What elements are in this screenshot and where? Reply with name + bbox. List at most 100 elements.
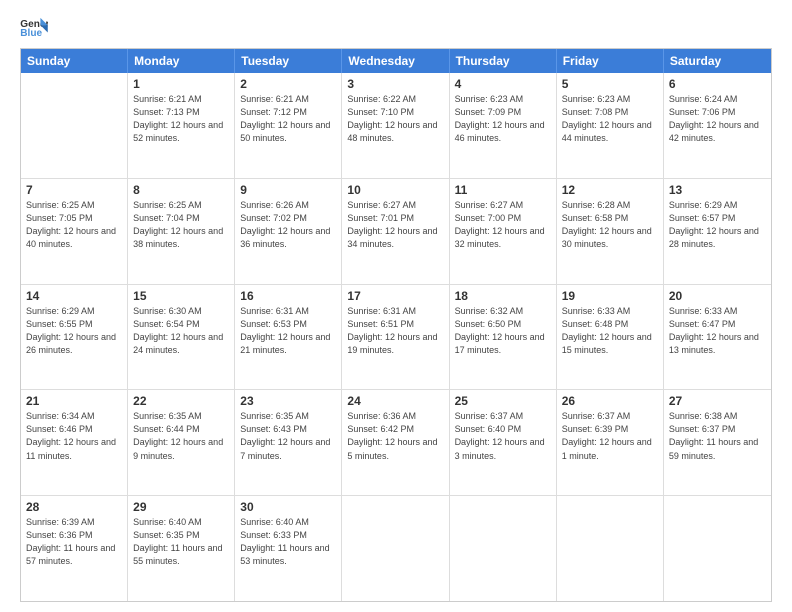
day-number: 13 [669,183,766,197]
calendar-cell-1-1: 8 Sunrise: 6:25 AMSunset: 7:04 PMDaylight… [128,179,235,284]
calendar-cell-1-4: 11 Sunrise: 6:27 AMSunset: 7:00 PMDayligh… [450,179,557,284]
sun-info: Sunrise: 6:24 AMSunset: 7:06 PMDaylight:… [669,93,766,145]
sun-info: Sunrise: 6:25 AMSunset: 7:04 PMDaylight:… [133,199,229,251]
day-number: 24 [347,394,443,408]
day-number: 17 [347,289,443,303]
calendar-cell-3-3: 24 Sunrise: 6:36 AMSunset: 6:42 PMDayligh… [342,390,449,495]
day-number: 23 [240,394,336,408]
day-number: 20 [669,289,766,303]
day-number: 11 [455,183,551,197]
calendar-cell-1-3: 10 Sunrise: 6:27 AMSunset: 7:01 PMDayligh… [342,179,449,284]
day-number: 21 [26,394,122,408]
day-number: 5 [562,77,658,91]
weekday-header-thursday: Thursday [450,49,557,73]
calendar-cell-1-0: 7 Sunrise: 6:25 AMSunset: 7:05 PMDaylight… [21,179,128,284]
day-number: 16 [240,289,336,303]
sun-info: Sunrise: 6:21 AMSunset: 7:13 PMDaylight:… [133,93,229,145]
weekday-header-monday: Monday [128,49,235,73]
day-number: 14 [26,289,122,303]
day-number: 29 [133,500,229,514]
sun-info: Sunrise: 6:25 AMSunset: 7:05 PMDaylight:… [26,199,122,251]
calendar-cell-4-1: 29Sunrise: 6:40 AMSunset: 6:35 PMDayligh… [128,496,235,601]
calendar-cell-2-4: 18 Sunrise: 6:32 AMSunset: 6:50 PMDayligh… [450,285,557,390]
calendar-cell-1-6: 13 Sunrise: 6:29 AMSunset: 6:57 PMDayligh… [664,179,771,284]
day-number: 26 [562,394,658,408]
calendar-cell-3-6: 27Sunrise: 6:38 AMSunset: 6:37 PMDayligh… [664,390,771,495]
sun-info: Sunrise: 6:23 AMSunset: 7:08 PMDaylight:… [562,93,658,145]
sun-info: Sunrise: 6:26 AMSunset: 7:02 PMDaylight:… [240,199,336,251]
day-number: 25 [455,394,551,408]
day-number: 2 [240,77,336,91]
sun-info: Sunrise: 6:29 AMSunset: 6:57 PMDaylight:… [669,199,766,251]
calendar-row-4: 28 Sunrise: 6:39 AMSunset: 6:36 PMDayligh… [21,496,771,601]
calendar-cell-3-0: 21Sunrise: 6:34 AMSunset: 6:46 PMDayligh… [21,390,128,495]
svg-text:Blue: Blue [20,28,42,38]
day-number: 8 [133,183,229,197]
calendar-cell-2-2: 16Sunrise: 6:31 AMSunset: 6:53 PMDayligh… [235,285,342,390]
sun-info: Sunrise: 6:33 AMSunset: 6:48 PMDaylight:… [562,305,658,357]
calendar-cell-4-0: 28 Sunrise: 6:39 AMSunset: 6:36 PMDayligh… [21,496,128,601]
weekday-header-wednesday: Wednesday [342,49,449,73]
day-number: 9 [240,183,336,197]
calendar-header: SundayMondayTuesdayWednesdayThursdayFrid… [21,49,771,73]
calendar-cell-3-1: 22 Sunrise: 6:35 AMSunset: 6:44 PMDayligh… [128,390,235,495]
calendar-row-1: 7 Sunrise: 6:25 AMSunset: 7:05 PMDaylight… [21,179,771,285]
calendar-cell-4-4 [450,496,557,601]
day-number: 27 [669,394,766,408]
sun-info: Sunrise: 6:29 AMSunset: 6:55 PMDaylight:… [26,305,122,357]
sun-info: Sunrise: 6:23 AMSunset: 7:09 PMDaylight:… [455,93,551,145]
day-number: 28 [26,500,122,514]
day-number: 7 [26,183,122,197]
sun-info: Sunrise: 6:22 AMSunset: 7:10 PMDaylight:… [347,93,443,145]
logo-icon: General Blue [20,16,48,38]
day-number: 30 [240,500,336,514]
sun-info: Sunrise: 6:36 AMSunset: 6:42 PMDaylight:… [347,410,443,462]
day-number: 18 [455,289,551,303]
weekday-header-saturday: Saturday [664,49,771,73]
sun-info: Sunrise: 6:37 AMSunset: 6:40 PMDaylight:… [455,410,551,462]
sun-info: Sunrise: 6:28 AMSunset: 6:58 PMDaylight:… [562,199,658,251]
calendar-row-2: 14 Sunrise: 6:29 AMSunset: 6:55 PMDayligh… [21,285,771,391]
calendar: SundayMondayTuesdayWednesdayThursdayFrid… [20,48,772,602]
calendar-cell-0-4: 4Sunrise: 6:23 AMSunset: 7:09 PMDaylight… [450,73,557,178]
sun-info: Sunrise: 6:33 AMSunset: 6:47 PMDaylight:… [669,305,766,357]
weekday-header-friday: Friday [557,49,664,73]
calendar-cell-1-5: 12 Sunrise: 6:28 AMSunset: 6:58 PMDayligh… [557,179,664,284]
sun-info: Sunrise: 6:27 AMSunset: 7:01 PMDaylight:… [347,199,443,251]
day-number: 22 [133,394,229,408]
sun-info: Sunrise: 6:37 AMSunset: 6:39 PMDaylight:… [562,410,658,462]
weekday-header-tuesday: Tuesday [235,49,342,73]
calendar-cell-4-5 [557,496,664,601]
day-number: 3 [347,77,443,91]
sun-info: Sunrise: 6:35 AMSunset: 6:43 PMDaylight:… [240,410,336,462]
page-header: General Blue [20,16,772,38]
calendar-cell-4-3 [342,496,449,601]
day-number: 15 [133,289,229,303]
calendar-cell-3-2: 23 Sunrise: 6:35 AMSunset: 6:43 PMDayligh… [235,390,342,495]
calendar-cell-0-6: 6 Sunrise: 6:24 AMSunset: 7:06 PMDaylight… [664,73,771,178]
calendar-row-3: 21Sunrise: 6:34 AMSunset: 6:46 PMDayligh… [21,390,771,496]
weekday-header-sunday: Sunday [21,49,128,73]
sun-info: Sunrise: 6:35 AMSunset: 6:44 PMDaylight:… [133,410,229,462]
calendar-body: 1 Sunrise: 6:21 AMSunset: 7:13 PMDaylight… [21,73,771,601]
calendar-cell-0-0 [21,73,128,178]
day-number: 19 [562,289,658,303]
day-number: 12 [562,183,658,197]
sun-info: Sunrise: 6:39 AMSunset: 6:36 PMDaylight:… [26,516,122,568]
calendar-cell-2-3: 17 Sunrise: 6:31 AMSunset: 6:51 PMDayligh… [342,285,449,390]
calendar-cell-1-2: 9 Sunrise: 6:26 AMSunset: 7:02 PMDaylight… [235,179,342,284]
day-number: 1 [133,77,229,91]
sun-info: Sunrise: 6:32 AMSunset: 6:50 PMDaylight:… [455,305,551,357]
calendar-cell-3-4: 25 Sunrise: 6:37 AMSunset: 6:40 PMDayligh… [450,390,557,495]
calendar-cell-4-2: 30 Sunrise: 6:40 AMSunset: 6:33 PMDayligh… [235,496,342,601]
calendar-cell-0-1: 1 Sunrise: 6:21 AMSunset: 7:13 PMDaylight… [128,73,235,178]
day-number: 6 [669,77,766,91]
calendar-row-0: 1 Sunrise: 6:21 AMSunset: 7:13 PMDaylight… [21,73,771,179]
day-number: 10 [347,183,443,197]
calendar-cell-0-3: 3 Sunrise: 6:22 AMSunset: 7:10 PMDaylight… [342,73,449,178]
sun-info: Sunrise: 6:27 AMSunset: 7:00 PMDaylight:… [455,199,551,251]
calendar-cell-4-6 [664,496,771,601]
sun-info: Sunrise: 6:31 AMSunset: 6:51 PMDaylight:… [347,305,443,357]
sun-info: Sunrise: 6:40 AMSunset: 6:33 PMDaylight:… [240,516,336,568]
calendar-cell-0-2: 2Sunrise: 6:21 AMSunset: 7:12 PMDaylight… [235,73,342,178]
